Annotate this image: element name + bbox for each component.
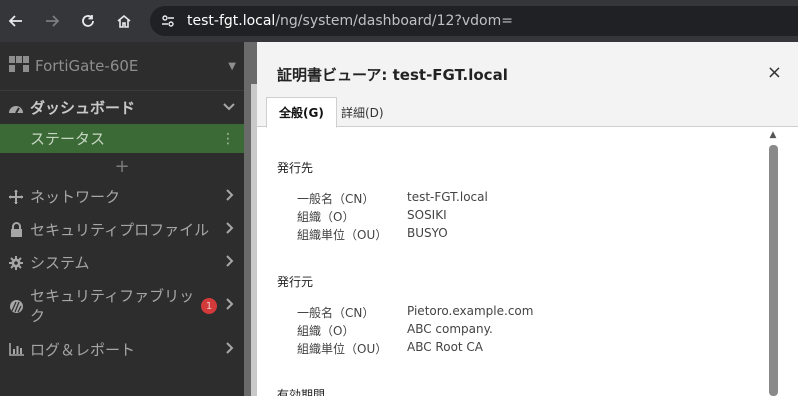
field-label-o: 組織（O） [297,210,355,224]
gear-icon [6,255,26,270]
field-value-o: ABC company. [407,322,493,336]
scroll-up-arrow-icon[interactable]: ▲ [767,130,779,140]
caret-down-icon: ▼ [228,60,236,72]
dialog-header: 証明書ビューア: test-FGT.local × [257,42,798,86]
chevron-down-icon [223,100,235,116]
add-dashboard-button[interactable]: + [0,153,244,180]
notification-badge: 1 [201,298,217,314]
sidebar: FortiGate-60E ▼ ダッシュボード ステータス ⋮ + ネットワーク… [0,42,244,396]
lock-icon [6,222,26,237]
sidebar-item-dashboard[interactable]: ダッシュボード [0,91,244,124]
field-value-cn: Pietoro.example.com [407,304,534,318]
sidebar-item-label: ログ＆レポート [30,341,136,359]
site-info-icon[interactable] [153,6,183,36]
chart-icon [6,343,26,356]
certificate-content: 発行先 一般名（CN） test-FGT.local 組織（O） SOSIKI … [257,128,767,396]
sidebar-subitem-status[interactable]: ステータス ⋮ [0,124,244,153]
field-label-o: 組織（O） [297,324,355,338]
fabric-icon [6,299,26,314]
chevron-right-icon [225,254,235,271]
field-value-o: SOSIKI [407,208,447,222]
sidebar-item-label: ネットワーク [30,188,121,206]
sidebar-item-log-report[interactable]: ログ＆レポート [0,333,244,366]
field-label-cn: 一般名（CN） [297,306,375,320]
sidebar-item-label: セキュリティプロファイル [30,221,210,239]
section-title-issued-by: 発行元 [277,275,314,289]
field-value-cn: test-FGT.local [407,190,488,204]
device-selector[interactable]: FortiGate-60E ▼ [0,42,244,91]
device-name: FortiGate-60E [35,57,139,75]
chevron-right-icon [225,298,235,314]
chevron-right-icon [225,341,235,358]
tab-details[interactable]: 詳細(D) [329,97,396,128]
sidebar-item-label: ダッシュボード [30,99,136,117]
dashboard-icon [6,101,26,115]
network-icon [6,189,26,204]
sidebar-item-label: システム [30,254,90,272]
address-bar[interactable]: test-fgt.local/ng/system/dashboard/12?vd… [150,6,798,36]
sidebar-item-label: セキュリティファブリック [30,287,195,325]
sidebar-item-security-profiles[interactable]: セキュリティプロファイル [0,213,244,246]
sidebar-item-system[interactable]: システム [0,246,244,279]
field-label-cn: 一般名（CN） [297,192,375,206]
tab-bar: 全般(G) 詳細(D) [257,86,798,128]
home-icon[interactable] [111,8,137,34]
dialog-title: 証明書ビューア: test-FGT.local [277,66,508,84]
sidebar-item-network[interactable]: ネットワーク [0,180,244,213]
sidebar-item-security-fabric[interactable]: セキュリティファブリック 1 [0,279,244,333]
field-label-ou: 組織単位（OU） [297,342,388,356]
chevron-right-icon [225,221,235,238]
field-value-ou: ABC Root CA [407,340,484,354]
certificate-viewer-dialog: 証明書ビューア: test-FGT.local × 全般(G) 詳細(D) 発行… [257,42,798,396]
plus-icon: + [114,156,130,177]
scrollbar-thumb[interactable] [769,145,778,396]
tab-general[interactable]: 全般(G) [266,97,337,128]
reload-icon[interactable] [75,8,101,34]
url-text: test-fgt.local/ng/system/dashboard/12?vd… [187,13,513,29]
close-icon[interactable]: × [767,62,782,83]
fortigate-logo-icon [9,56,29,76]
sidebar-subitem-label: ステータス [30,130,106,148]
field-label-ou: 組織単位（OU） [297,228,388,242]
chevron-right-icon [225,188,235,205]
field-value-ou: BUSYO [407,226,448,240]
forward-icon[interactable] [39,8,65,34]
kebab-menu-icon[interactable]: ⋮ [221,131,235,147]
section-title-issued-to: 発行先 [277,161,314,175]
browser-toolbar: test-fgt.local/ng/system/dashboard/12?vd… [0,0,798,42]
section-title-validity: 有効期間 [277,388,326,396]
back-icon[interactable] [3,8,29,34]
